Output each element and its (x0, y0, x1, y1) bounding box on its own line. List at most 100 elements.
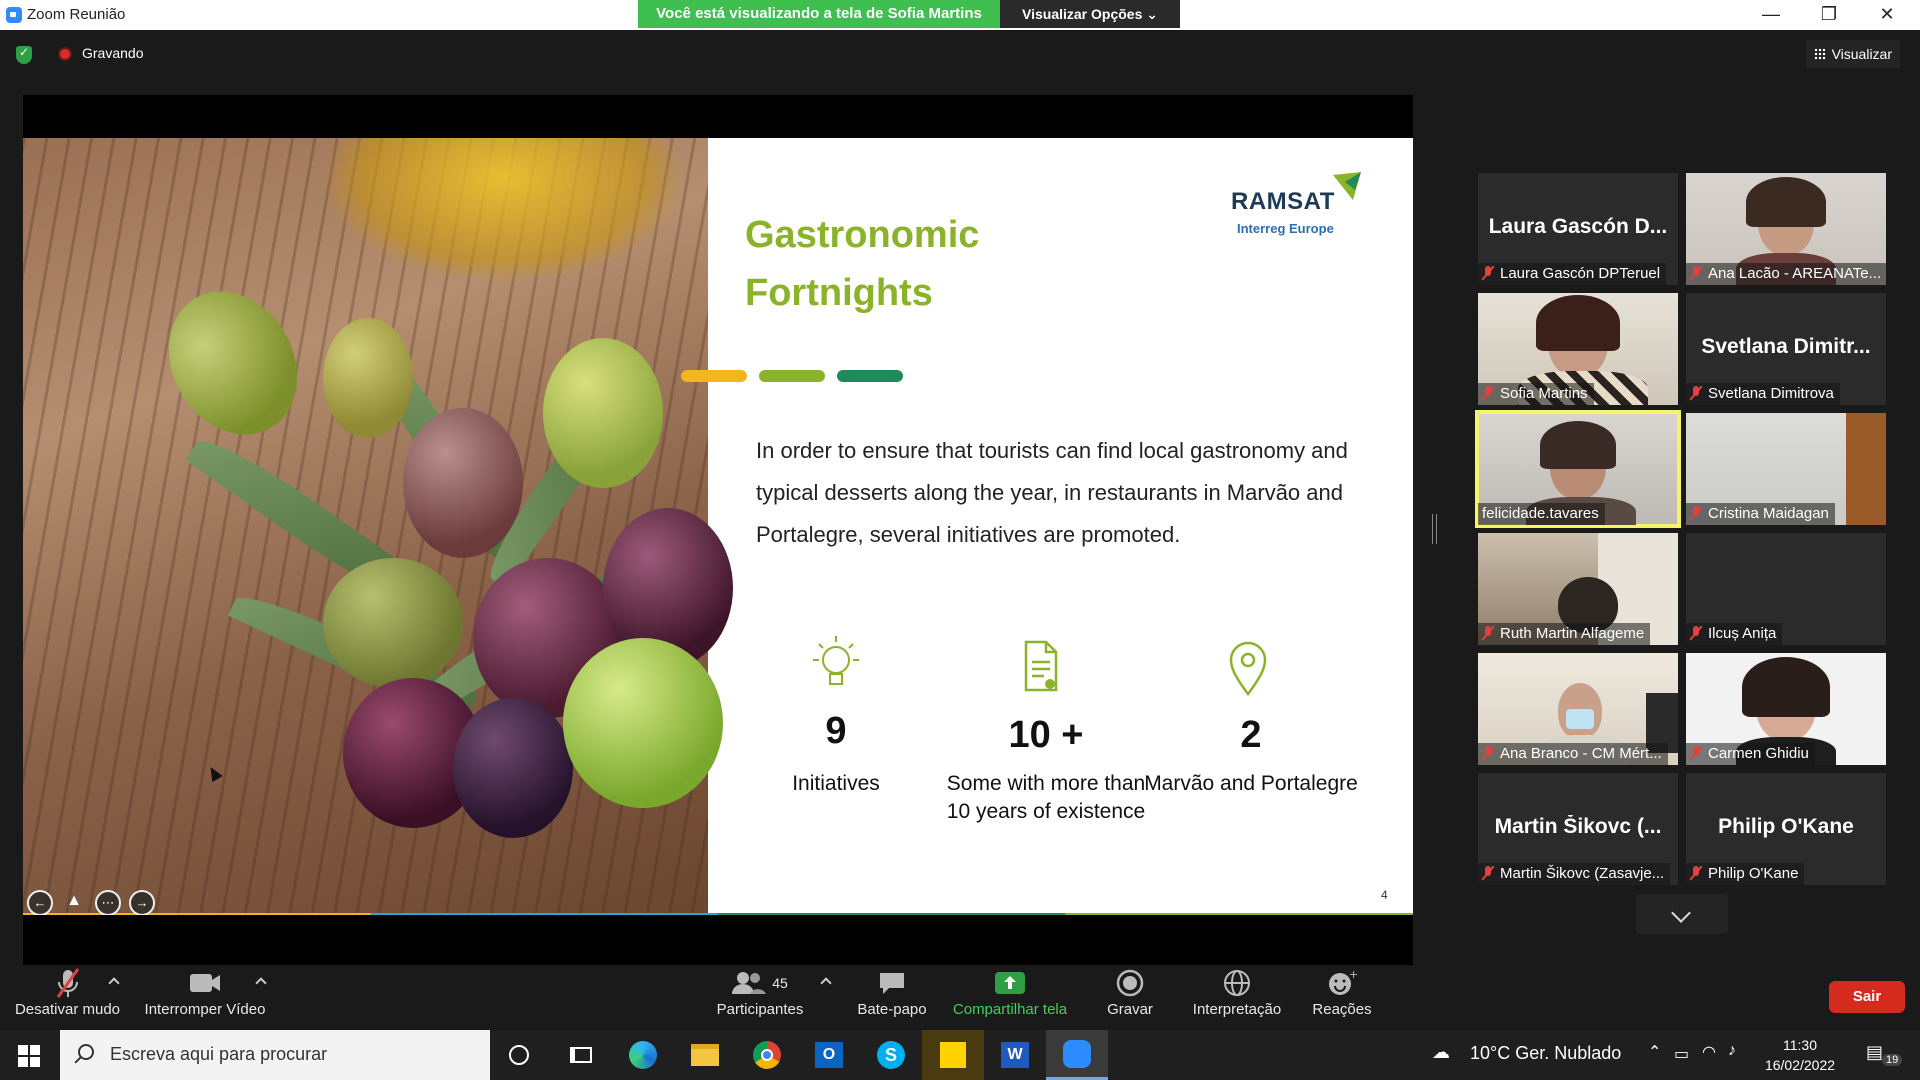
participant-name: Ilcuș Anița (1708, 625, 1777, 642)
close-button[interactable]: ✕ (1858, 0, 1916, 30)
previous-slide-icon[interactable]: ← (27, 890, 53, 915)
search-placeholder: Escreva aqui para procurar (110, 1044, 328, 1064)
participant-tile[interactable]: Carmen Ghidiu (1686, 653, 1886, 765)
record-icon (1090, 965, 1170, 1001)
participant-name-label: Ana Branco - CM Mért... (1478, 743, 1668, 765)
participant-tile[interactable]: Sofia Martins (1478, 293, 1678, 405)
participant-tile[interactable]: Cristina Maidagan (1686, 413, 1886, 525)
slide-page-number: 4 (1381, 888, 1388, 902)
participants-icon (732, 972, 767, 994)
chat-bubble-icon (850, 965, 934, 1001)
participant-tile[interactable]: Ruth Martin Alfageme (1478, 533, 1678, 645)
interpretation-button[interactable]: Interpretação (1184, 965, 1290, 1018)
slide-bottom-stripe (23, 913, 1413, 915)
show-hidden-icons-icon[interactable]: ⌃ (1648, 1042, 1661, 1062)
more-options-icon[interactable]: ⋯ (95, 890, 121, 915)
task-view-icon[interactable] (550, 1030, 612, 1080)
stop-video-button[interactable]: Interromper Vídeo (138, 965, 272, 1018)
accent-bar-yellow (681, 370, 747, 382)
participants-options-caret-icon[interactable] (820, 977, 832, 989)
search-icon (78, 1044, 94, 1060)
mute-button[interactable]: Desativar mudo (10, 965, 125, 1018)
restore-button[interactable]: ❐ (1800, 0, 1858, 30)
participant-name: Sofia Martins (1500, 385, 1588, 402)
participant-tile[interactable]: Martin Šikovc (... Martin Šikovc (Zasavj… (1478, 773, 1678, 885)
gallery-next-page-button[interactable] (1636, 894, 1728, 934)
participant-big-name: Svetlana Dimitr... (1701, 335, 1871, 358)
participant-name-label: Cristina Maidagan (1686, 503, 1835, 525)
record-label: Gravar (1107, 1001, 1153, 1018)
shared-screen: Gastronomic Fortnights RAMSAT Interreg E… (23, 95, 1413, 965)
recording-icon (58, 47, 72, 61)
mic-muted-icon (1482, 866, 1494, 880)
mic-muted-icon (1482, 266, 1494, 280)
battery-icon[interactable]: ▭ (1674, 1044, 1689, 1064)
stat-label-initiatives: Initiatives (792, 772, 880, 795)
mute-label: Desativar mudo (14, 1001, 121, 1018)
zoom-taskbar-icon[interactable] (1046, 1030, 1108, 1080)
accent-bar-green (759, 370, 825, 382)
sticky-notes-icon[interactable] (922, 1030, 984, 1080)
stat-number-years: 10 + (1008, 714, 1084, 756)
meeting-toolbar: Desativar mudo Interromper Vídeo 45 Part… (0, 965, 1920, 1030)
reactions-button[interactable]: + Reações (1302, 965, 1382, 1018)
chat-button[interactable]: Bate-papo (850, 965, 934, 1018)
view-options-button[interactable]: Visualizar Opções ⌄ (1000, 0, 1180, 28)
participant-video (1846, 413, 1886, 525)
accent-bar-teal (837, 370, 903, 382)
participant-name-label: Ruth Martin Alfageme (1478, 623, 1651, 645)
interpretation-label: Interpretação (1192, 1001, 1282, 1018)
participants-count: 45 (772, 975, 788, 991)
weather-cloud-icon[interactable]: ☁ (1432, 1042, 1450, 1063)
participant-tile[interactable]: Ana Lacão - AREANATe... (1686, 173, 1886, 285)
file-explorer-icon[interactable] (674, 1030, 736, 1080)
word-icon[interactable]: W (984, 1030, 1046, 1080)
participants-button[interactable]: 45 Participantes (712, 965, 808, 1018)
participant-name: Carmen Ghidiu (1708, 745, 1809, 762)
share-screen-label: Compartilhar tela (952, 1001, 1068, 1018)
windows-start-icon[interactable] (18, 1045, 40, 1067)
recording-label: Gravando (82, 45, 144, 61)
participant-name-label: Carmen Ghidiu (1686, 743, 1815, 765)
taskbar-search-box[interactable]: Escreva aqui para procurar (60, 1030, 490, 1080)
participant-name-label: Sofia Martins (1478, 383, 1594, 405)
cortana-icon[interactable] (488, 1030, 550, 1080)
participant-name: Ruth Martin Alfageme (1500, 625, 1645, 642)
logo-main-text: RAMSAT (1231, 188, 1335, 215)
notifications-icon[interactable]: ▤ (1866, 1042, 1883, 1063)
next-slide-icon[interactable]: → (129, 890, 155, 915)
participant-tile[interactable]: Laura Gascón D... Laura Gascón DPTeruel (1478, 173, 1678, 285)
weather-text[interactable]: 10°C Ger. Nublado (1470, 1043, 1621, 1064)
stat-label-years: Some with more than 10 years of existenc… (946, 772, 1146, 823)
reactions-label: Reações (1312, 1001, 1372, 1018)
leave-meeting-button[interactable]: Sair (1829, 981, 1905, 1013)
panel-resize-handle[interactable] (1432, 514, 1437, 544)
participant-tile[interactable]: Ana Branco - CM Mért... (1478, 653, 1678, 765)
participants-label: Participantes (716, 1001, 804, 1018)
edge-icon[interactable] (612, 1030, 674, 1080)
skype-icon[interactable]: S (860, 1030, 922, 1080)
olives-photo (23, 138, 733, 915)
windows-taskbar: Escreva aqui para procurar O S W ☁ 10°C … (0, 1030, 1920, 1080)
window-title: Zoom Reunião (27, 6, 126, 23)
chrome-icon[interactable] (736, 1030, 798, 1080)
participant-tile[interactable]: Svetlana Dimitr... Svetlana Dimitrova (1686, 293, 1886, 405)
participant-tile[interactable]: Philip O'Kane Philip O'Kane (1686, 773, 1886, 885)
taskbar-clock[interactable]: 11:30 16/02/2022 (1760, 1035, 1840, 1075)
participant-tile[interactable]: Ilcuș Anița (1686, 533, 1886, 645)
security-shield-icon[interactable] (16, 45, 32, 64)
record-button[interactable]: Gravar (1090, 965, 1170, 1018)
participant-name: Laura Gascón DPTeruel (1500, 265, 1661, 282)
minimize-button[interactable]: — (1742, 0, 1800, 30)
mic-muted-icon (1690, 866, 1702, 880)
view-button[interactable]: Visualizar (1805, 40, 1900, 68)
participant-name-label: felicidade.tavares (1478, 503, 1605, 525)
outlook-icon[interactable]: O (798, 1030, 860, 1080)
participant-tile-active-speaker[interactable]: felicidade.tavares (1475, 410, 1681, 528)
notifications-count: 19 (1882, 1054, 1903, 1066)
pen-tool-icon[interactable]: ▲ (61, 890, 87, 915)
wifi-icon[interactable]: ◠ (1702, 1042, 1716, 1062)
volume-icon[interactable]: ♪ (1728, 1042, 1736, 1060)
share-screen-button[interactable]: Compartilhar tela (948, 965, 1072, 1018)
document-icon (1024, 640, 1058, 692)
